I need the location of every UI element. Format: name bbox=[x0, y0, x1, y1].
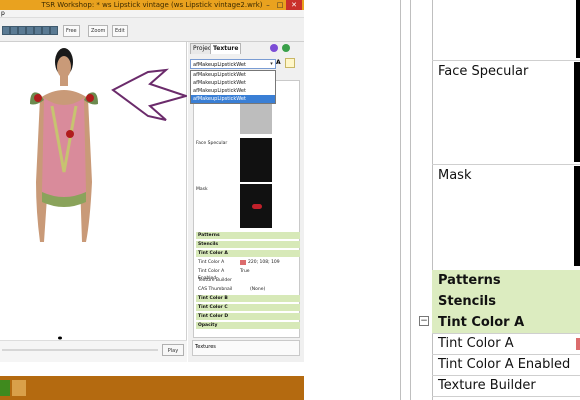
prop-cas-thumbnail-label: CAS Thumbnail bbox=[198, 287, 233, 292]
group-tint-color-a[interactable]: Tint Color A bbox=[196, 250, 300, 257]
tint-swatch[interactable] bbox=[576, 338, 580, 350]
tint-swatch[interactable] bbox=[240, 260, 246, 265]
rose-center bbox=[66, 130, 74, 138]
lip-shape bbox=[252, 204, 262, 209]
big-face-specular-label: Face Specular bbox=[438, 64, 529, 79]
maximize-button[interactable]: □ bbox=[274, 0, 286, 10]
tool-icon[interactable] bbox=[42, 26, 50, 35]
taskbar-app-icon[interactable] bbox=[0, 380, 10, 396]
texture-preview-edge bbox=[574, 166, 580, 266]
pointer-arrow bbox=[111, 68, 190, 121]
prop-tint-a-enabled-value[interactable]: True bbox=[240, 268, 290, 275]
tool-icon[interactable] bbox=[2, 26, 10, 35]
color-dot-icon bbox=[282, 44, 290, 52]
specular-thumbnail[interactable] bbox=[240, 138, 272, 182]
textures-panel-header: Textures bbox=[192, 340, 300, 356]
tab-texture[interactable]: Texture bbox=[210, 43, 242, 54]
taskbar bbox=[0, 376, 304, 400]
big-tint-a-enabled-label: Tint Color A Enabled bbox=[438, 357, 571, 372]
texture-option[interactable]: afMakeupLipstickWet bbox=[191, 87, 275, 95]
big-group-patterns[interactable]: Patterns bbox=[432, 270, 580, 291]
face-shape bbox=[57, 56, 71, 78]
divider bbox=[432, 164, 580, 165]
texture-select-options: afMakeupLipstickWet afMakeupLipstickWet … bbox=[190, 70, 276, 104]
neck-shape bbox=[60, 76, 68, 86]
tool-icon[interactable] bbox=[34, 26, 42, 35]
texture-option-selected[interactable]: afMakeupLipstickWet bbox=[191, 95, 275, 103]
big-group-stencils[interactable]: Stencils bbox=[432, 291, 580, 312]
divider bbox=[410, 0, 411, 400]
tool-icon[interactable] bbox=[50, 26, 58, 35]
edit-button[interactable]: Edit bbox=[112, 25, 128, 37]
group-opacity[interactable]: Opacity bbox=[196, 322, 300, 329]
divider bbox=[400, 0, 401, 400]
playback-bar bbox=[0, 340, 187, 362]
group-tint-color-c[interactable]: Tint Color C bbox=[196, 304, 300, 311]
window-titlebar: TSR Workshop: * ws Lipstick vintage (ws … bbox=[0, 0, 304, 10]
texture-select[interactable]: afMakeupLipstickWet bbox=[190, 59, 276, 69]
collapse-icon[interactable]: − bbox=[419, 316, 429, 326]
big-group-tint-color-a[interactable]: Tint Color A bbox=[432, 312, 580, 333]
mask-thumbnail[interactable] bbox=[240, 184, 272, 228]
zoom-dropdown[interactable]: Zoom bbox=[88, 25, 109, 37]
texture-option[interactable]: afMakeupLipstickWet bbox=[191, 79, 275, 87]
page-icon[interactable] bbox=[285, 58, 295, 68]
group-tint-color-b[interactable]: Tint Color B bbox=[196, 295, 300, 302]
divider bbox=[432, 396, 580, 397]
timeline-slider[interactable] bbox=[2, 349, 158, 351]
prop-tint-a-label: Tint Color A bbox=[198, 260, 225, 265]
divider bbox=[432, 333, 580, 334]
prop-tint-a-value[interactable]: 220; 108; 109 bbox=[248, 259, 296, 266]
free-dropdown[interactable]: Free bbox=[63, 25, 80, 37]
group-tint-color-d[interactable]: Tint Color D bbox=[196, 313, 300, 320]
big-mask-label: Mask bbox=[438, 168, 472, 183]
top-shape bbox=[42, 98, 86, 200]
sort-icon[interactable]: A bbox=[276, 58, 284, 68]
tool-icon[interactable] bbox=[26, 26, 34, 35]
toolbar: Free Zoom Edit bbox=[0, 18, 304, 42]
prop-tint-a-enabled-label: Tint Color A Enabled bbox=[198, 269, 225, 281]
texture-option[interactable]: afMakeupLipstickWet bbox=[191, 71, 275, 79]
group-patterns[interactable]: Patterns bbox=[196, 232, 300, 239]
close-button[interactable]: ✕ bbox=[286, 0, 302, 10]
3d-viewport[interactable] bbox=[0, 42, 190, 362]
rose-left bbox=[34, 94, 42, 102]
window-title: TSR Workshop: * ws Lipstick vintage (ws … bbox=[41, 1, 263, 9]
texture-preview-edge bbox=[576, 0, 580, 58]
big-texture-builder-label: Texture Builder bbox=[438, 378, 536, 393]
big-tint-a-label: Tint Color A bbox=[438, 336, 514, 351]
tool-icon[interactable] bbox=[10, 26, 18, 35]
color-dot-icon bbox=[270, 44, 278, 52]
divider bbox=[432, 375, 580, 376]
group-stencils[interactable]: Stencils bbox=[196, 241, 300, 248]
model-preview bbox=[30, 48, 190, 340]
prop-texture-builder: Texture Builder bbox=[198, 278, 232, 283]
texture-preview-edge bbox=[574, 62, 580, 162]
prop-cas-thumbnail-value[interactable]: (None) bbox=[250, 286, 290, 293]
divider bbox=[432, 354, 580, 355]
play-button[interactable]: Play bbox=[162, 344, 184, 356]
menu-item[interactable]: p bbox=[1, 10, 5, 17]
tool-icon[interactable] bbox=[18, 26, 26, 35]
menu-bar: p bbox=[0, 10, 304, 18]
taskbar-app-icon[interactable] bbox=[12, 380, 26, 396]
divider bbox=[432, 60, 580, 61]
chevron-down-icon[interactable]: ▾ bbox=[268, 60, 275, 68]
rose-right bbox=[86, 94, 94, 102]
minimize-button[interactable]: – bbox=[262, 0, 274, 10]
